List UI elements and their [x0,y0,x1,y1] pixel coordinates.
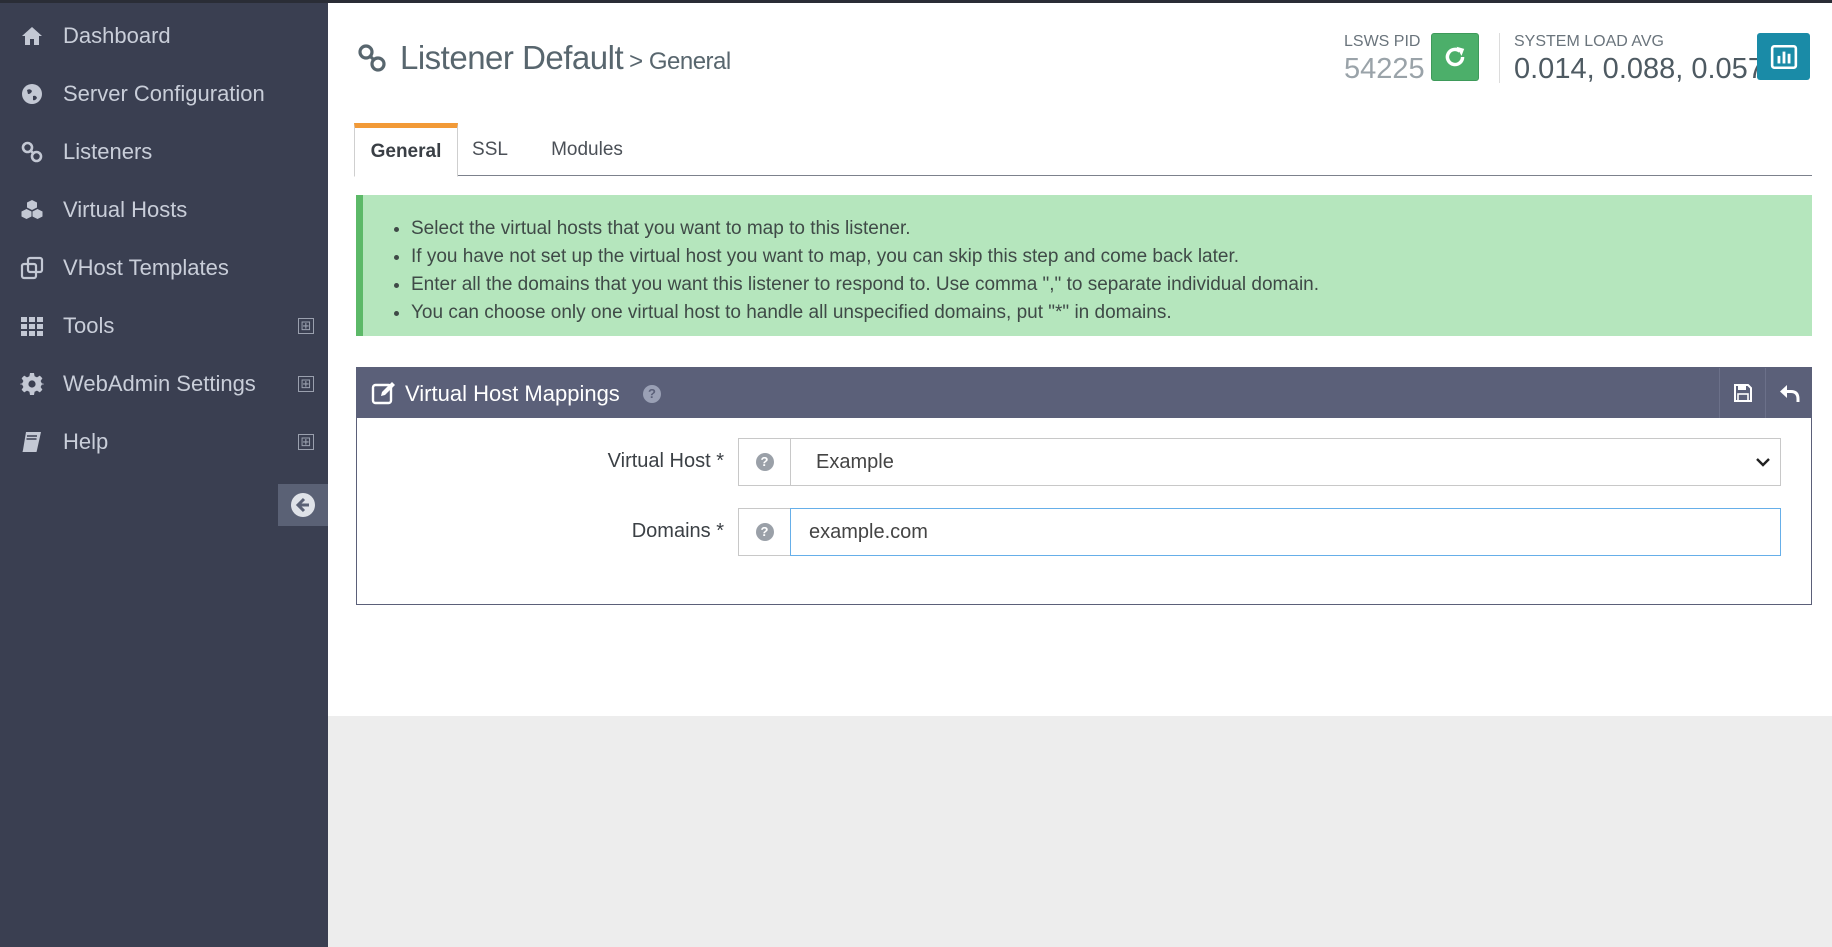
virtual-host-help[interactable]: ? [738,438,791,486]
panel-title: Virtual Host Mappings [405,381,620,406]
sidebar-item-tools[interactable]: Tools ⊞ [0,297,328,355]
chevron-down-icon [1756,458,1770,467]
domains-label: Domains * [631,520,724,542]
gear-icon [18,370,46,398]
grid-icon [18,312,46,340]
lsws-pid-label: LSWS PID [1344,33,1421,50]
link-icon [18,138,46,166]
clone-icon [18,254,46,282]
expand-icon[interactable]: ⊞ [298,434,314,450]
expand-icon[interactable]: ⊞ [298,376,314,392]
virtual-host-selected-value: Example [816,450,894,473]
save-button[interactable] [1719,368,1765,418]
sidebar-item-vhost-templates[interactable]: VHost Templates [0,239,328,297]
expand-icon[interactable]: ⊞ [298,318,314,334]
back-button[interactable] [1765,368,1811,418]
info-list: Select the virtual hosts that you want t… [411,215,1812,327]
sidebar-item-label: Dashboard [63,23,171,48]
system-load-value: 0.014, 0.088, 0.057 [1514,53,1764,85]
tab-ssl[interactable]: SSL [458,123,522,176]
tab-modules[interactable]: Modules [522,123,652,176]
bar-chart-icon [1770,44,1797,69]
sidebar-item-label: Listeners [63,139,153,164]
realtime-stats-button[interactable] [1757,33,1810,80]
info-item: You can choose only one virtual host to … [411,299,1812,327]
edit-icon [371,382,395,405]
page-background [328,716,1832,947]
main-content: Listener Default > General LSWS PID 5422… [328,3,1832,716]
page-subtitle: > General [629,48,731,75]
refresh-icon [1445,46,1465,67]
sidebar-collapse-button[interactable] [278,484,328,526]
stats-divider [1499,33,1500,83]
sidebar-item-listeners[interactable]: Listeners [0,123,328,181]
tab-bar: General SSL Modules [354,123,1812,177]
sidebar-item-label: Virtual Hosts [63,197,188,222]
page-title: Listener Default > General [356,39,731,77]
cubes-icon [18,196,46,224]
sidebar-item-label: WebAdmin Settings [63,371,256,396]
link-icon [358,44,386,72]
domains-help[interactable]: ? [738,508,791,556]
lsws-pid-value: 54225 [1344,53,1425,85]
help-icon: ? [755,453,774,471]
domains-input[interactable] [790,508,1781,556]
virtual-host-mappings-panel: Virtual Host Mappings ? Virtual Host * ?… [356,367,1812,605]
home-icon [18,22,46,50]
sidebar-item-webadmin-settings[interactable]: WebAdmin Settings ⊞ [0,355,328,413]
sidebar-item-virtual-hosts[interactable]: Virtual Hosts [0,181,328,239]
virtual-host-label: Virtual Host * [607,450,724,472]
help-icon: ? [755,523,774,541]
info-box: Select the virtual hosts that you want t… [356,195,1812,336]
book-icon [18,428,46,456]
sidebar: Dashboard Server Configuration Listeners… [0,3,328,947]
globe-icon [18,80,46,108]
domains-row: Domains * ? [357,508,1811,556]
info-item: If you have not set up the virtual host … [411,243,1812,271]
help-icon[interactable]: ? [643,385,661,403]
info-item: Select the virtual hosts that you want t… [411,215,1812,243]
restart-button[interactable] [1431,33,1479,81]
panel-header: Virtual Host Mappings ? [357,368,1811,418]
sidebar-item-label: Tools [63,313,115,338]
info-item: Enter all the domains that you want this… [411,271,1812,299]
reply-icon [1779,385,1799,402]
virtual-host-row: Virtual Host * ? Example [357,438,1811,486]
sidebar-item-dashboard[interactable]: Dashboard [0,7,328,65]
save-icon [1733,384,1752,402]
sidebar-item-server-configuration[interactable]: Server Configuration [0,65,328,123]
sidebar-item-label: Server Configuration [63,81,265,106]
page-title-text: Listener Default [400,39,624,76]
system-load-label: SYSTEM LOAD AVG [1514,33,1664,50]
virtual-host-select[interactable]: Example [790,438,1781,486]
sidebar-item-label: Help [63,429,109,454]
tab-general[interactable]: General [354,123,458,177]
sidebar-item-help[interactable]: Help ⊞ [0,413,328,471]
sidebar-item-label: VHost Templates [63,255,229,280]
arrow-left-circle-icon [291,493,315,517]
